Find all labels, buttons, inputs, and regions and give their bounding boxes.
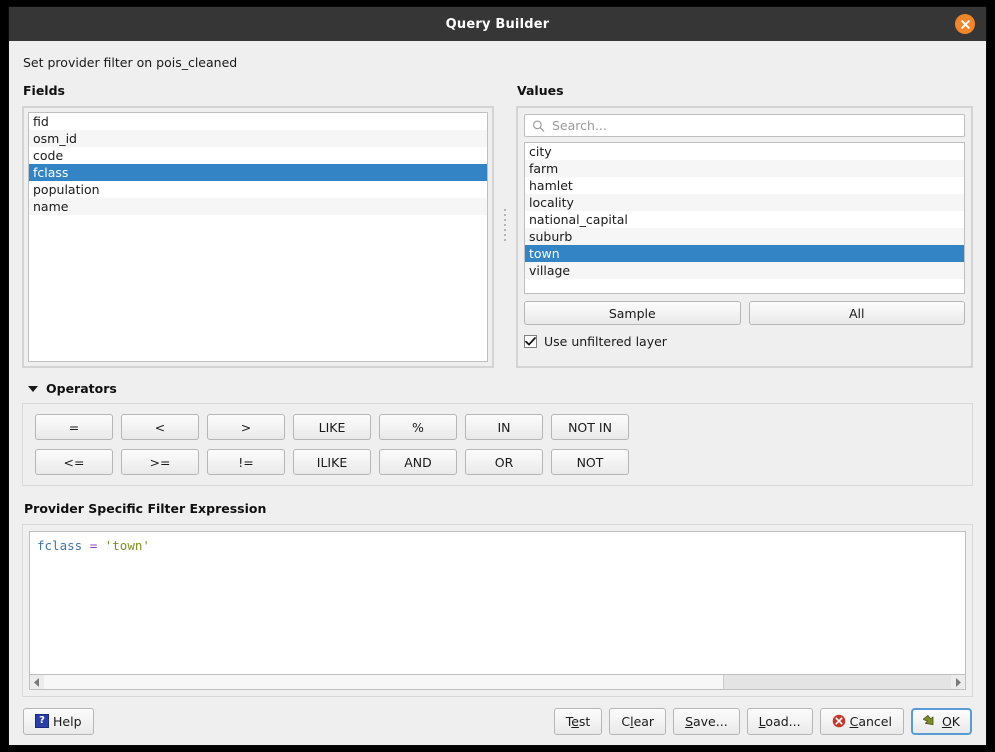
load-label: Load... (758, 713, 801, 729)
operator-button[interactable]: OR (465, 449, 543, 475)
values-pane: Values cityfarmhamletlocalitynational_ca… (516, 83, 973, 368)
close-circle-icon[interactable] (955, 14, 975, 34)
field-item[interactable]: name (29, 198, 487, 215)
operator-button[interactable]: NOT (551, 449, 629, 475)
query-builder-dialog: Query Builder Set provider filter on poi… (8, 6, 987, 746)
help-button[interactable]: ? Help (23, 707, 94, 735)
operator-button[interactable]: != (207, 449, 285, 475)
field-item[interactable]: population (29, 181, 487, 198)
expression-token-field: fclass (37, 538, 83, 553)
left-triangle-glyph (34, 677, 39, 687)
cancel-label: Cancel (849, 713, 892, 729)
all-button[interactable]: All (748, 301, 965, 325)
value-item[interactable]: suburb (525, 228, 964, 245)
value-item[interactable]: town (525, 245, 964, 262)
operator-button[interactable]: % (379, 414, 457, 440)
scroll-right-arrow-icon[interactable] (951, 675, 965, 689)
splitter-grip-dots (504, 208, 506, 243)
operators-frame: = < > LIKE% IN NOT IN <= >= != ILIKE AND OR NOT (22, 403, 973, 486)
values-action-buttons: Sample All (524, 301, 965, 325)
operator-button[interactable]: = (35, 414, 113, 440)
triangle-down-icon (28, 385, 38, 392)
expression-frame: fclass = 'town' (22, 524, 973, 697)
fields-label: Fields (23, 83, 65, 98)
values-frame: cityfarmhamletlocalitynational_capitalsu… (516, 106, 973, 368)
fields-list[interactable]: fid osm_id code fclass population name (28, 112, 488, 362)
ok-button[interactable]: OK (910, 707, 972, 735)
test-button[interactable]: Test (553, 707, 603, 735)
clear-label: Clear (621, 713, 655, 729)
use-unfiltered-layer-checkbox[interactable] (524, 335, 537, 348)
provider-filter-subtitle: Set provider filter on pois_cleaned (23, 55, 238, 70)
fields-values-splitter: Fields fid osm_id code fclass population name… (22, 83, 973, 368)
operator-button[interactable]: LIKE (293, 414, 371, 440)
value-item[interactable]: farm (525, 160, 964, 177)
use-unfiltered-layer-row[interactable]: Use unfiltered layer (524, 334, 965, 349)
dialog-body: Set provider filter on pois_cleaned Fiel… (9, 41, 986, 697)
load-button[interactable]: Load... (746, 707, 813, 735)
expression-horizontal-scrollbar[interactable] (29, 674, 966, 690)
operator-button[interactable]: AND (379, 449, 457, 475)
value-item[interactable]: locality (525, 194, 964, 211)
ok-label: OK (941, 713, 960, 729)
values-search-wrap (524, 114, 965, 137)
use-unfiltered-layer-label: Use unfiltered layer (544, 334, 667, 349)
expression-token-string: 'town' (104, 538, 150, 553)
fields-frame: fid osm_id code fclass population name (22, 106, 494, 368)
help-icon: ? (35, 714, 49, 728)
clear-button[interactable]: Clear (609, 707, 667, 735)
cancel-button[interactable]: Cancel (819, 707, 904, 735)
operator-button[interactable]: ILIKE (293, 449, 371, 475)
expression-space-2 (97, 538, 105, 553)
values-label: Values (517, 83, 564, 98)
operators-section-header[interactable]: Operators (28, 381, 973, 396)
operator-button[interactable]: < (121, 414, 199, 440)
value-item[interactable]: village (525, 262, 964, 279)
pane-splitter-handle[interactable] (494, 83, 516, 368)
value-item[interactable]: national_capital (525, 211, 964, 228)
field-item[interactable]: fid (29, 113, 487, 130)
close-x-glyph (960, 19, 970, 29)
title-bar: Query Builder (9, 7, 986, 41)
operator-button[interactable]: NOT IN (551, 414, 629, 440)
field-item[interactable]: fclass (29, 164, 487, 181)
expression-editor[interactable]: fclass = 'town' (29, 531, 966, 674)
scrollbar-track[interactable] (44, 675, 951, 689)
operator-button[interactable]: <= (35, 449, 113, 475)
expression-label: Provider Specific Filter Expression (24, 501, 267, 516)
expression-space-1 (82, 538, 90, 553)
scroll-left-arrow-icon[interactable] (30, 675, 44, 689)
operators-button-grid: = < > LIKE% IN NOT IN <= >= != ILIKE AND OR NOT (35, 414, 960, 475)
help-button-label: Help (53, 713, 82, 729)
cancel-icon (832, 714, 845, 728)
dialog-footer: ? Help Test Clear Save... Load... Cancel (9, 697, 986, 745)
right-triangle-glyph (956, 677, 961, 687)
operator-button[interactable]: >= (121, 449, 199, 475)
value-item[interactable]: city (525, 143, 964, 160)
value-item[interactable]: hamlet (525, 177, 964, 194)
operator-button[interactable]: > (207, 414, 285, 440)
values-list[interactable]: city farm hamlet locality national_capital su… (524, 142, 965, 294)
field-item[interactable]: osm_id (29, 130, 487, 147)
operator-button[interactable]: IN (465, 414, 543, 440)
save-button[interactable]: Save... (673, 707, 740, 735)
fields-pane: Fields fid osm_id code fclass population name (22, 83, 494, 368)
sample-button[interactable]: Sample (524, 301, 741, 325)
save-label: Save... (685, 713, 728, 729)
scrollbar-thumb[interactable] (44, 675, 725, 689)
checkmark-icon (525, 337, 536, 346)
search-input[interactable] (524, 114, 965, 137)
operators-label: Operators (46, 381, 117, 396)
ok-check-icon (922, 714, 934, 726)
window-title: Query Builder (445, 16, 550, 32)
test-label: Test (565, 713, 591, 729)
field-item[interactable]: code (29, 147, 487, 164)
